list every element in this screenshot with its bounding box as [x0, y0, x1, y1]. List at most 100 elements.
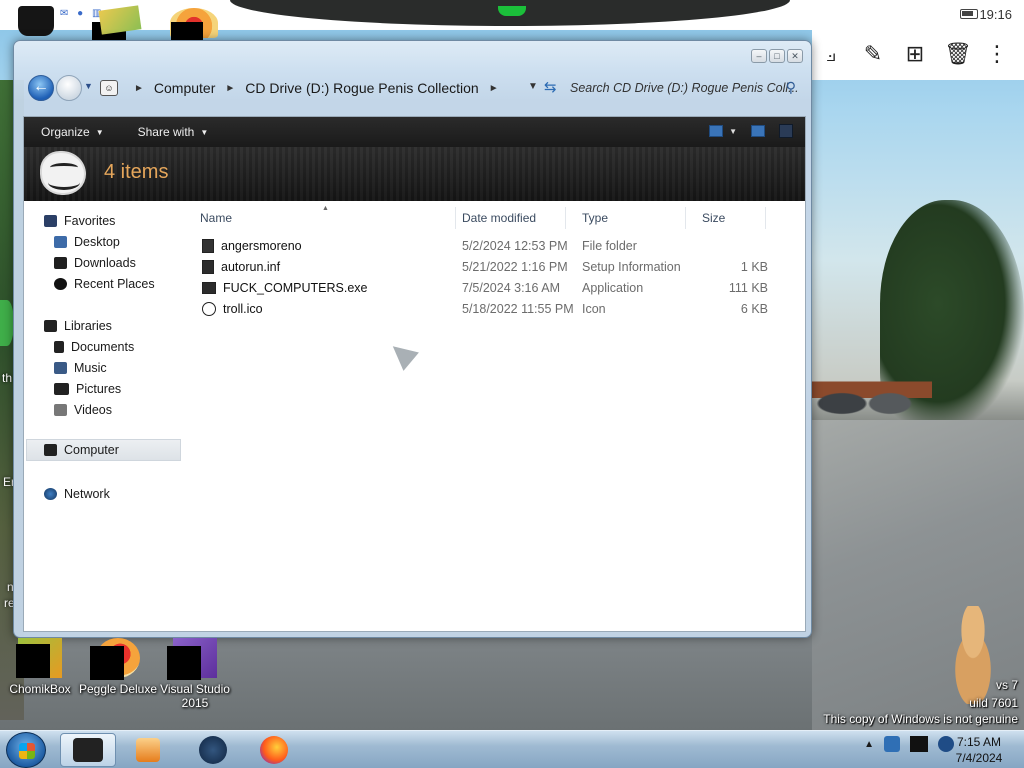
- column-name-label: Name: [200, 211, 233, 225]
- maximize-button[interactable]: □: [769, 49, 785, 63]
- file-date: 5/21/2022 1:16 PM: [462, 260, 568, 274]
- change-view-icon[interactable]: [709, 125, 724, 137]
- file-size: 111 KB: [728, 281, 768, 295]
- nav-recent-places[interactable]: Recent Places: [54, 277, 155, 291]
- address-separator-icon[interactable]: ►: [134, 83, 144, 94]
- taskbar-app-globe[interactable]: [185, 733, 241, 767]
- organize-label: Organize: [41, 125, 90, 139]
- forward-button[interactable]: [56, 75, 82, 101]
- navigation-row: ← ▼ ☺ ► Computer ► CD Drive (D:) Rogue P…: [24, 71, 804, 105]
- desktop-icon-visual-studio[interactable]: Visual Studio 2015: [155, 638, 235, 710]
- whatsapp-icon[interactable]: [0, 300, 14, 346]
- nav-libraries[interactable]: Libraries: [44, 319, 112, 333]
- file-date: 5/18/2022 11:55 PM: [462, 302, 574, 316]
- breadcrumb-computer[interactable]: Computer: [154, 80, 215, 96]
- clock-time: 7:15 AM: [956, 735, 1002, 749]
- music-icon: [54, 362, 67, 374]
- address-separator-icon[interactable]: ►: [489, 83, 499, 94]
- tray-app-icon[interactable]: [884, 736, 900, 752]
- cd-drive-address-icon: ☺: [100, 80, 118, 96]
- explorer-icon: [73, 738, 103, 762]
- network-tray-icon[interactable]: [910, 736, 928, 752]
- watermark-line2: uild 7601: [969, 696, 1018, 710]
- watermark-line3: This copy of Windows is not genuine: [823, 712, 1018, 726]
- taskbar-explorer[interactable]: [60, 733, 116, 767]
- settings-file-icon: [202, 260, 214, 274]
- nav-favorites[interactable]: Favorites: [44, 214, 115, 228]
- view-controls: ▼: [709, 124, 793, 138]
- column-header-type[interactable]: Type: [566, 207, 686, 229]
- column-header-name[interactable]: Name ▲: [184, 205, 456, 229]
- desktop-icon-chomikbox[interactable]: ChomikBox: [0, 638, 80, 696]
- command-bar: Organize ▼ Share with ▼ ▼: [24, 117, 805, 147]
- hamster-gadget[interactable]: [942, 606, 1004, 704]
- column-header-date[interactable]: Date modified: [446, 207, 566, 229]
- nav-music[interactable]: Music: [54, 361, 107, 375]
- firefox-icon: [260, 736, 288, 764]
- troll-face-icon: [202, 302, 216, 316]
- taskbar-clock[interactable]: 7:15 AM 7/4/2024: [944, 734, 1014, 766]
- nav-desktop[interactable]: Desktop: [54, 235, 120, 249]
- file-type: Setup Information: [582, 260, 681, 274]
- file-row[interactable]: autorun.inf 5/21/2022 1:16 PM Setup Info…: [184, 257, 784, 277]
- chevron-down-icon[interactable]: ▼: [729, 127, 737, 136]
- search-input[interactable]: Search CD Drive (D:) Rogue Penis Coll...…: [564, 77, 800, 99]
- help-icon[interactable]: [779, 124, 793, 138]
- pictures-icon: [54, 383, 69, 395]
- clock-date: 7/4/2024: [955, 751, 1003, 765]
- address-bar[interactable]: ☺ ► Computer ► CD Drive (D:) Rogue Penis…: [98, 76, 568, 100]
- start-button[interactable]: [6, 732, 46, 768]
- connect-nodes-icon[interactable]: ⟓: [818, 40, 844, 68]
- window-controls: – □ ✕: [751, 49, 803, 63]
- add-page-icon[interactable]: ⊞: [902, 40, 928, 68]
- pen-icon[interactable]: ✎: [860, 40, 886, 68]
- desktop-icon-peggle[interactable]: Peggle Deluxe: [78, 638, 158, 696]
- recent-pages-dropdown[interactable]: ▼: [84, 81, 93, 91]
- breadcrumb-cd-drive[interactable]: CD Drive (D:) Rogue Penis Collection: [245, 80, 478, 96]
- navigation-pane: Favorites Desktop Downloads Recent Place…: [24, 201, 184, 631]
- file-name: FUCK_COMPUTERS.exe: [223, 281, 368, 295]
- file-row[interactable]: FUCK_COMPUTERS.exe 7/5/2024 3:16 AM Appl…: [184, 278, 784, 298]
- application-icon: [202, 282, 216, 294]
- nav-network[interactable]: Network: [44, 487, 110, 501]
- column-header-size[interactable]: Size: [686, 207, 766, 229]
- peggle-icon: [90, 638, 140, 680]
- file-row[interactable]: troll.ico 5/18/2022 11:55 PM Icon 6 KB: [184, 299, 784, 319]
- back-button[interactable]: ←: [28, 75, 54, 101]
- notch-indicator-icon: [498, 6, 526, 16]
- close-button[interactable]: ✕: [787, 49, 803, 63]
- share-with-button[interactable]: Share with ▼: [121, 125, 226, 139]
- redacted-block: [167, 646, 201, 680]
- nav-label: Libraries: [64, 319, 112, 333]
- show-hidden-icons-icon[interactable]: ▲: [864, 739, 874, 750]
- file-type: Icon: [582, 302, 606, 316]
- nav-videos[interactable]: Videos: [54, 403, 112, 417]
- nav-downloads[interactable]: Downloads: [54, 256, 136, 270]
- minimize-button[interactable]: –: [751, 49, 767, 63]
- file-row[interactable]: angersmoreno 5/2/2024 12:53 PM File fold…: [184, 236, 784, 256]
- visual-studio-icon: [167, 638, 217, 680]
- organize-button[interactable]: Organize ▼: [24, 125, 121, 139]
- taskbar-firefox[interactable]: [246, 733, 302, 767]
- taskbar-media-player[interactable]: [120, 733, 176, 767]
- chomikbox-icon: [16, 638, 62, 678]
- preview-pane-icon[interactable]: [751, 125, 765, 137]
- nav-documents[interactable]: Documents: [54, 340, 134, 354]
- address-separator-icon[interactable]: ►: [225, 83, 235, 94]
- refresh-icon[interactable]: ⇆: [544, 78, 557, 96]
- address-dropdown-icon[interactable]: ▼: [528, 81, 538, 92]
- redacted-block: [171, 22, 203, 40]
- wallpaper-cars: [812, 365, 932, 420]
- explorer-content: Organize ▼ Share with ▼ ▼ 4 items Favori…: [23, 116, 806, 632]
- nav-label: Desktop: [74, 235, 120, 249]
- libraries-icon: [44, 320, 57, 332]
- desktop-icon-top-hat[interactable]: [18, 6, 54, 36]
- nav-computer[interactable]: Computer: [26, 439, 181, 461]
- computer-icon: [44, 444, 57, 456]
- search-icon[interactable]: ⚲: [786, 79, 796, 96]
- trash-icon[interactable]: 🗑: [944, 40, 972, 68]
- share-with-label: Share with: [137, 125, 195, 139]
- nav-pictures[interactable]: Pictures: [54, 382, 121, 396]
- more-icon[interactable]: ⋮: [984, 40, 1010, 68]
- nav-label: Pictures: [76, 382, 122, 396]
